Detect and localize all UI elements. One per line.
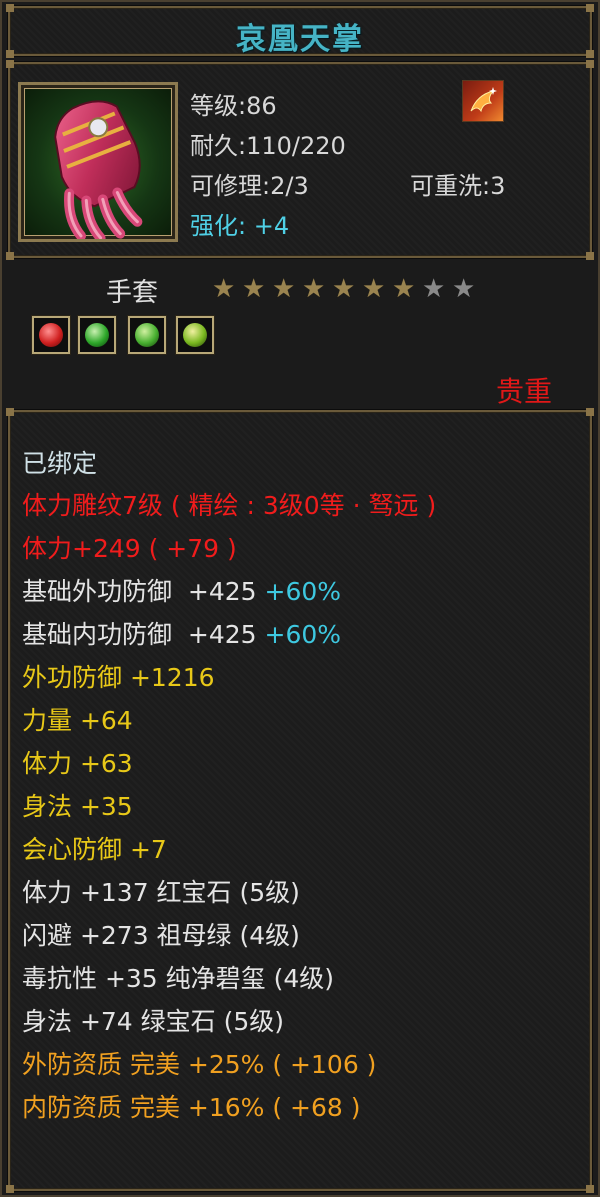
item-info-panel: 等级:86 耐久:110/220 可修理:2/3 可重洗:3 强化: +4 bbox=[6, 60, 594, 260]
star-empty-icon: ★ bbox=[452, 274, 476, 304]
item-type-label: 手套 bbox=[106, 278, 159, 308]
base-outer-def-line: 基础外功防御 +425 +60% bbox=[22, 572, 341, 608]
gem-bonus-line: 闪避 +273 祖母绿 (4级) bbox=[22, 921, 300, 950]
base-outer-def-label: 基础外功防御 +425 bbox=[22, 577, 265, 606]
star-empty-icon: ★ bbox=[422, 274, 446, 304]
engrave-line: 体力雕纹7级 ( 精绘 : 3级0等 · 驽远 ) bbox=[22, 491, 437, 520]
jade-gem-icon bbox=[183, 323, 207, 347]
attributes-panel: 已绑定 体力雕纹7级 ( 精绘 : 3级0等 · 驽远 ) 体力+249 ( +… bbox=[6, 408, 594, 1193]
gem-bonus-line: 身法 +74 绿宝石 (5级) bbox=[22, 1007, 285, 1036]
star-filled-icon: ★ bbox=[362, 274, 386, 304]
level-text: 等级:86 bbox=[190, 92, 277, 120]
quality-line: 内防资质 完美 +16% ( +68 ) bbox=[22, 1093, 361, 1122]
gem-socket-4[interactable] bbox=[176, 316, 214, 354]
green-gem-icon bbox=[85, 323, 109, 347]
base-inner-def-line: 基础内功防御 +425 +60% bbox=[22, 615, 341, 651]
star-filled-icon: ★ bbox=[272, 274, 296, 304]
item-name: 哀凰天掌 bbox=[236, 22, 364, 57]
star-filled-icon: ★ bbox=[392, 274, 416, 304]
gem-socket-2[interactable] bbox=[78, 316, 116, 354]
stamina-main-line: 体力+249 ( +79 ) bbox=[22, 534, 237, 563]
outer-def-line: 外功防御 +1216 bbox=[22, 663, 215, 692]
rarity-label: 贵重 bbox=[495, 375, 552, 408]
quality-line: 外防资质 完美 +25% ( +106 ) bbox=[22, 1050, 377, 1079]
star-filled-icon: ★ bbox=[212, 274, 236, 304]
red-gem-icon bbox=[39, 323, 63, 347]
enhance-level-text: 强化: +4 bbox=[190, 212, 290, 240]
repair-count-text: 可修理:2/3 bbox=[190, 172, 309, 200]
gem-socket-1[interactable] bbox=[32, 316, 70, 354]
stamina-line: 体力 +63 bbox=[22, 749, 133, 778]
agility-line: 身法 +35 bbox=[22, 792, 133, 821]
reroll-count-text: 可重洗:3 bbox=[410, 172, 506, 200]
strength-line: 力量 +64 bbox=[22, 706, 133, 735]
star-filled-icon: ★ bbox=[302, 274, 326, 304]
base-inner-def-label: 基础内功防御 +425 bbox=[22, 620, 265, 649]
bound-status: 已绑定 bbox=[22, 449, 98, 478]
red-gauntlet-icon[interactable] bbox=[18, 82, 178, 243]
star-filled-icon: ★ bbox=[242, 274, 266, 304]
title-bar: 哀凰天掌 bbox=[6, 4, 594, 58]
base-outer-def-pct: +60% bbox=[264, 577, 342, 606]
gem-bonus-line: 体力 +137 红宝石 (5级) bbox=[22, 878, 300, 907]
gem-bonus-line: 毒抗性 +35 纯净碧玺 (4级) bbox=[22, 964, 335, 993]
durability-text: 耐久:110/220 bbox=[190, 132, 346, 160]
green-gem-icon bbox=[135, 323, 159, 347]
crit-def-line: 会心防御 +7 bbox=[22, 835, 167, 864]
item-tooltip: 哀凰天掌 等级:86 耐久:110/220 可修理:2/3 可重洗:3 强化: … bbox=[0, 0, 600, 1197]
gem-socket-3[interactable] bbox=[128, 316, 166, 354]
star-filled-icon: ★ bbox=[332, 274, 356, 304]
base-inner-def-pct: +60% bbox=[264, 620, 342, 649]
phoenix-buff-icon[interactable] bbox=[462, 80, 504, 122]
